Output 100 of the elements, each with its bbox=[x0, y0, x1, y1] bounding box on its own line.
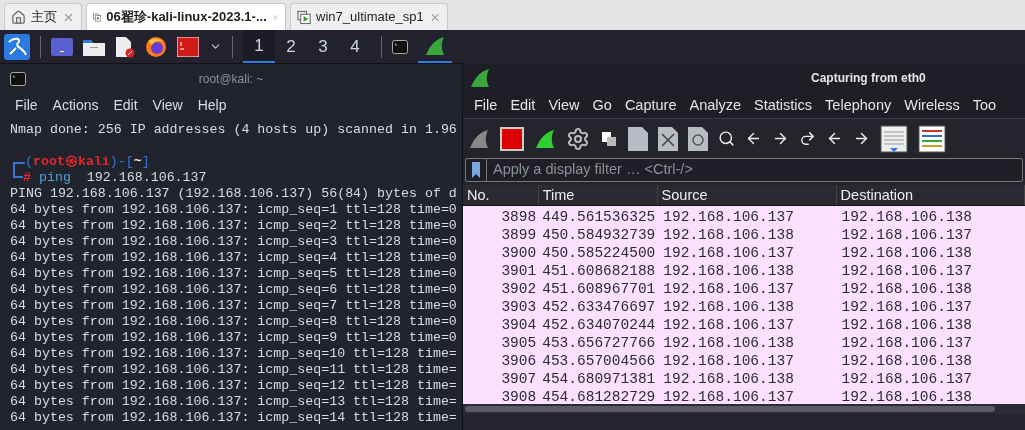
file-icon[interactable] bbox=[628, 126, 648, 151]
window-title: root@kali: ~ bbox=[197, 70, 265, 88]
table-cell: 452.634070244 bbox=[542, 317, 656, 333]
menu-item[interactable]: File bbox=[474, 94, 498, 117]
menu-item[interactable]: Telephony bbox=[825, 94, 892, 117]
browser-tab[interactable]: 06翟珍-kali-linux-2023.1-... bbox=[86, 3, 286, 30]
menu-item[interactable]: Analyze bbox=[689, 94, 742, 117]
table-cell: 454.681282729 bbox=[542, 389, 656, 405]
autoscroll-icon[interactable] bbox=[880, 124, 908, 153]
window-title: Capturing from eth0 bbox=[811, 70, 926, 87]
table-cell: 450.584932739 bbox=[542, 227, 656, 243]
table-cell: 451.608967701 bbox=[542, 281, 656, 297]
column-header[interactable]: Time bbox=[538, 185, 658, 205]
table-cell: 451.608682188 bbox=[542, 263, 656, 279]
table-cell: 3905 bbox=[501, 335, 537, 351]
table-cell: 192.168.106.138 bbox=[841, 353, 972, 369]
table-cell: 3899 bbox=[501, 227, 537, 243]
menu-item[interactable]: View bbox=[548, 94, 580, 117]
table-cell: 192.168.106.137 bbox=[663, 245, 794, 261]
display-filter-field[interactable]: Apply a display filter … <Ctrl-/> bbox=[465, 158, 1023, 182]
table-cell: 192.168.106.137 bbox=[663, 353, 794, 369]
table-cell: 192.168.106.138 bbox=[841, 281, 972, 297]
table-cell: 449.561536325 bbox=[542, 209, 656, 225]
menu-item[interactable]: Go bbox=[592, 94, 612, 117]
table-cell: 453.657004566 bbox=[542, 353, 656, 369]
table-cell: 3903 bbox=[501, 299, 537, 315]
shark-fin-icon[interactable] bbox=[469, 67, 491, 89]
document-icon[interactable] bbox=[115, 35, 135, 58]
panel-icon[interactable] bbox=[51, 37, 73, 56]
menu-item[interactable]: File bbox=[15, 95, 38, 116]
settings-icon[interactable] bbox=[566, 126, 590, 151]
restart-fin-icon[interactable] bbox=[534, 127, 556, 150]
table-cell: 192.168.106.138 bbox=[663, 371, 794, 387]
workspace-button[interactable]: 4 bbox=[339, 30, 371, 63]
terminal-icon[interactable] bbox=[177, 36, 199, 57]
table-cell: 192.168.106.137 bbox=[663, 281, 794, 297]
tab-label: win7_ultimate_sp1 bbox=[316, 8, 424, 27]
table-cell: 192.168.106.137 bbox=[841, 227, 972, 243]
search-icon[interactable] bbox=[718, 130, 735, 147]
forward-icon[interactable] bbox=[772, 130, 789, 147]
menu-item[interactable]: Statistics bbox=[754, 94, 813, 117]
menu-item[interactable]: Edit bbox=[113, 95, 138, 116]
copy-icon[interactable] bbox=[600, 129, 618, 148]
table-cell: 192.168.106.137 bbox=[663, 389, 794, 405]
table-cell: 192.168.106.138 bbox=[663, 335, 794, 351]
shark-fin-icon[interactable] bbox=[424, 34, 446, 57]
table-cell: 3908 bbox=[501, 389, 537, 405]
terminal-line: 64 bytes from 192.168.106.137: icmp_seq=3 ttl=128 time=0 bbox=[10, 234, 457, 250]
workspace-button[interactable]: 2 bbox=[275, 30, 307, 63]
jump-icon[interactable] bbox=[799, 130, 816, 147]
stop-icon[interactable] bbox=[500, 126, 524, 151]
table-cell: 192.168.106.137 bbox=[841, 299, 972, 315]
column-header[interactable]: Destination bbox=[836, 185, 1025, 205]
menu-item[interactable]: Too bbox=[972, 94, 997, 117]
table-cell: 3907 bbox=[501, 371, 537, 387]
terminal-line: 64 bytes from 192.168.106.137: icmp_seq=4 ttl=128 time=0 bbox=[10, 250, 457, 266]
terminal-line: 64 bytes from 192.168.106.137: icmp_seq=12 ttl=128 time= bbox=[10, 378, 457, 394]
column-header[interactable]: Source bbox=[657, 185, 837, 205]
workspace-button[interactable]: 1 bbox=[243, 30, 275, 63]
colorize-icon[interactable] bbox=[918, 124, 946, 153]
scrollbar-thumb[interactable] bbox=[465, 406, 995, 412]
close-file-icon[interactable] bbox=[658, 126, 678, 151]
browser-tab[interactable]: 主页 bbox=[4, 3, 82, 30]
terminal-line: 64 bytes from 192.168.106.137: icmp_seq=11 ttl=128 time= bbox=[10, 362, 457, 378]
terminal-line: 64 bytes from 192.168.106.137: icmp_seq=5 ttl=128 time=0 bbox=[10, 266, 457, 282]
shark-fin-icon[interactable] bbox=[468, 127, 490, 150]
table-cell: 192.168.106.138 bbox=[841, 209, 972, 225]
dragon-logo-icon[interactable] bbox=[4, 33, 30, 60]
reload-file-icon[interactable] bbox=[688, 126, 708, 151]
back-icon[interactable] bbox=[745, 130, 762, 147]
terminal-line: 64 bytes from 192.168.106.137: icmp_seq=9 ttl=128 time=0 bbox=[10, 330, 457, 346]
menu-item[interactable]: Help bbox=[197, 95, 227, 116]
menu-item[interactable]: Actions bbox=[52, 95, 99, 116]
prompt-user-host: (root㉿kali)-[~] bbox=[25, 154, 150, 170]
column-header[interactable]: No. bbox=[463, 185, 539, 205]
table-cell: 192.168.106.138 bbox=[663, 299, 794, 315]
table-cell: 3904 bbox=[501, 317, 537, 333]
terminal-line: 64 bytes from 192.168.106.137: icmp_seq=6 ttl=128 time=0 bbox=[10, 282, 457, 298]
menu-item[interactable]: Wireless bbox=[904, 94, 960, 117]
terminal-line: 64 bytes from 192.168.106.137: icmp_seq=13 ttl=128 time= bbox=[10, 394, 457, 410]
table-cell: 192.168.106.137 bbox=[841, 263, 972, 279]
table-cell: 192.168.106.137 bbox=[841, 371, 972, 387]
table-cell: 3902 bbox=[501, 281, 537, 297]
table-cell: 192.168.106.138 bbox=[663, 263, 794, 279]
terminal-line: PING 192.168.106.137 (192.168.106.137) 56(84) bytes of d bbox=[10, 186, 457, 202]
table-cell: 3898 bbox=[501, 209, 537, 225]
table-cell: 3900 bbox=[501, 245, 537, 261]
workspace-button[interactable]: 3 bbox=[307, 30, 339, 63]
menu-item[interactable]: Edit bbox=[510, 94, 536, 117]
menu-item[interactable]: View bbox=[152, 95, 183, 116]
table-cell: 192.168.106.138 bbox=[841, 245, 972, 261]
table-cell: 192.168.106.138 bbox=[663, 227, 794, 243]
folder-icon[interactable] bbox=[83, 37, 105, 56]
firefox-icon[interactable] bbox=[145, 35, 167, 58]
bookmark-icon[interactable] bbox=[469, 161, 483, 179]
table-cell: 192.168.106.138 bbox=[841, 317, 972, 333]
browser-tab[interactable]: win7_ultimate_sp1 bbox=[290, 3, 448, 30]
menu-item[interactable]: Capture bbox=[624, 94, 677, 117]
home-icon bbox=[11, 9, 26, 25]
table-cell: 192.168.106.137 bbox=[663, 209, 794, 225]
